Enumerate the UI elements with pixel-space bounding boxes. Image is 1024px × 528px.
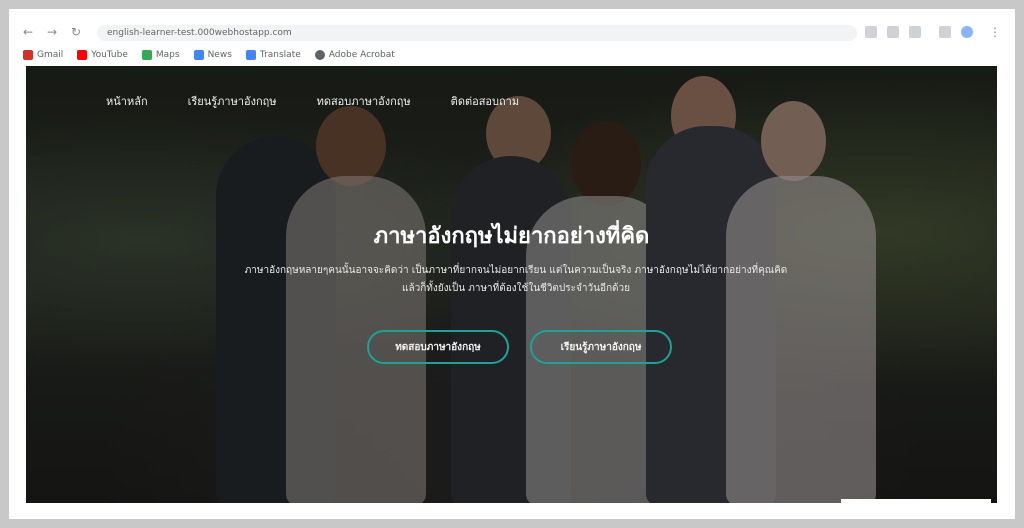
zoom-icon[interactable] [865,26,877,38]
maps-icon [141,50,152,60]
bookmarks-bar: Gmail YouTube Maps News Translate Adobe … [23,47,395,63]
translate-icon [245,50,256,60]
hero-subtitle-line-1: ภาษาอังกฤษหลายๆคนนั้นอาจจะคิดว่า เป็นภาษ… [244,265,788,276]
test-english-button[interactable]: ทดสอบภาษาอังกฤษ [367,330,509,364]
bookmark-translate[interactable]: Translate [245,50,301,60]
bookmark-acrobat[interactable]: Adobe Acrobat [314,50,395,60]
learn-english-button[interactable]: เรียนรู้ภาษาอังกฤษ [530,330,672,364]
share-icon[interactable] [887,26,899,38]
nav-item-learn[interactable]: เรียนรู้ภาษาอังกฤษ [188,92,277,110]
main-nav: หน้าหลัก เรียนรู้ภาษาอังกฤษ ทดสอบภาษาอัง… [106,92,519,110]
hero-title: ภาษาอังกฤษไม่ยากอย่างที่คิด [373,224,650,249]
news-icon [193,50,204,60]
menu-icon[interactable]: ⋮ [989,25,1001,39]
youtube-icon [77,50,88,60]
bookmark-gmail[interactable]: Gmail [23,50,63,60]
profile-avatar[interactable] [961,26,973,38]
acrobat-icon [314,50,325,60]
reload-icon[interactable]: ↻ [71,25,81,39]
gmail-icon [23,50,33,60]
extension-icon[interactable] [939,26,951,38]
page-corner [841,499,991,503]
browser-window: ← → ↻ english-learner-test.000webhostapp… [9,9,1015,519]
forward-icon[interactable]: → [47,25,57,39]
hero-section: หน้าหลัก เรียนรู้ภาษาอังกฤษ ทดสอบภาษาอัง… [26,66,997,503]
back-icon[interactable]: ← [23,25,33,39]
bookmark-youtube[interactable]: YouTube [77,50,128,60]
bookmark-news[interactable]: News [193,50,232,60]
hero-subtitle: ภาษาอังกฤษหลายๆคนนั้นอาจจะคิดว่า เป็นภาษ… [206,262,826,298]
star-icon[interactable] [909,26,921,38]
hero-subtitle-line-2: แล้วก็ทั้งยังเป็น ภาษาที่ต้องใช้ในชีวิตป… [402,283,630,294]
nav-item-test[interactable]: ทดสอบภาษาอังกฤษ [317,92,411,110]
address-bar-row: ← → ↻ english-learner-test.000webhostapp… [9,21,1015,45]
bookmark-maps[interactable]: Maps [141,50,180,60]
url-field[interactable]: english-learner-test.000webhostapp.com [97,25,857,41]
nav-item-home[interactable]: หน้าหลัก [106,92,148,110]
nav-item-contact[interactable]: ติดต่อสอบถาม [451,92,519,110]
